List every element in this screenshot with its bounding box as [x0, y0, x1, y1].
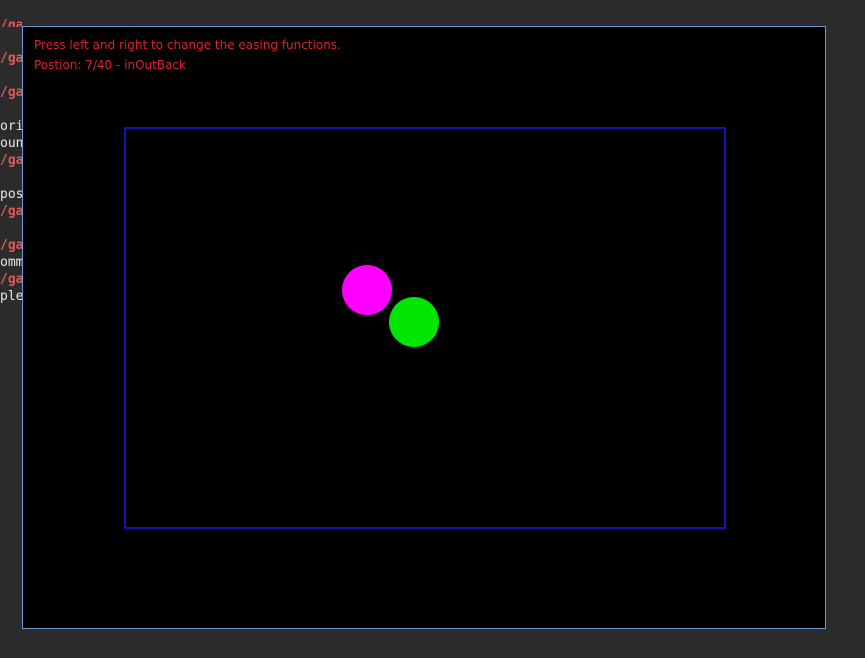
- terminal-line: /gam: [0, 153, 22, 168]
- terminal-line: /gam: [0, 204, 22, 219]
- instructions-text: Press left and right to change the easin…: [34, 38, 341, 52]
- game-window[interactable]: Press left and right to change the easin…: [22, 26, 826, 629]
- terminal-line: /gam: [0, 85, 22, 100]
- terminal-line: /gam: [0, 272, 22, 287]
- terminal-line: oun: [0, 136, 22, 151]
- magenta-ball: [342, 265, 392, 315]
- terminal-line: ple: [0, 289, 22, 304]
- terminal-line: /gam: [0, 51, 22, 66]
- position-label: Postion: 7/40 - inOutBack: [34, 58, 186, 72]
- background-terminal: /games/tweener (master *) /gam /gam ori …: [0, 0, 22, 658]
- terminal-header-text: /games/tweener (master *): [0, 18, 22, 27]
- green-ball: [389, 297, 439, 347]
- terminal-line: /gam: [0, 238, 22, 253]
- terminal-line: ori: [0, 119, 22, 134]
- terminal-header: /games/tweener (master *): [0, 14, 22, 27]
- terminal-line: pos: [0, 187, 22, 202]
- terminal-line: omm: [0, 255, 22, 270]
